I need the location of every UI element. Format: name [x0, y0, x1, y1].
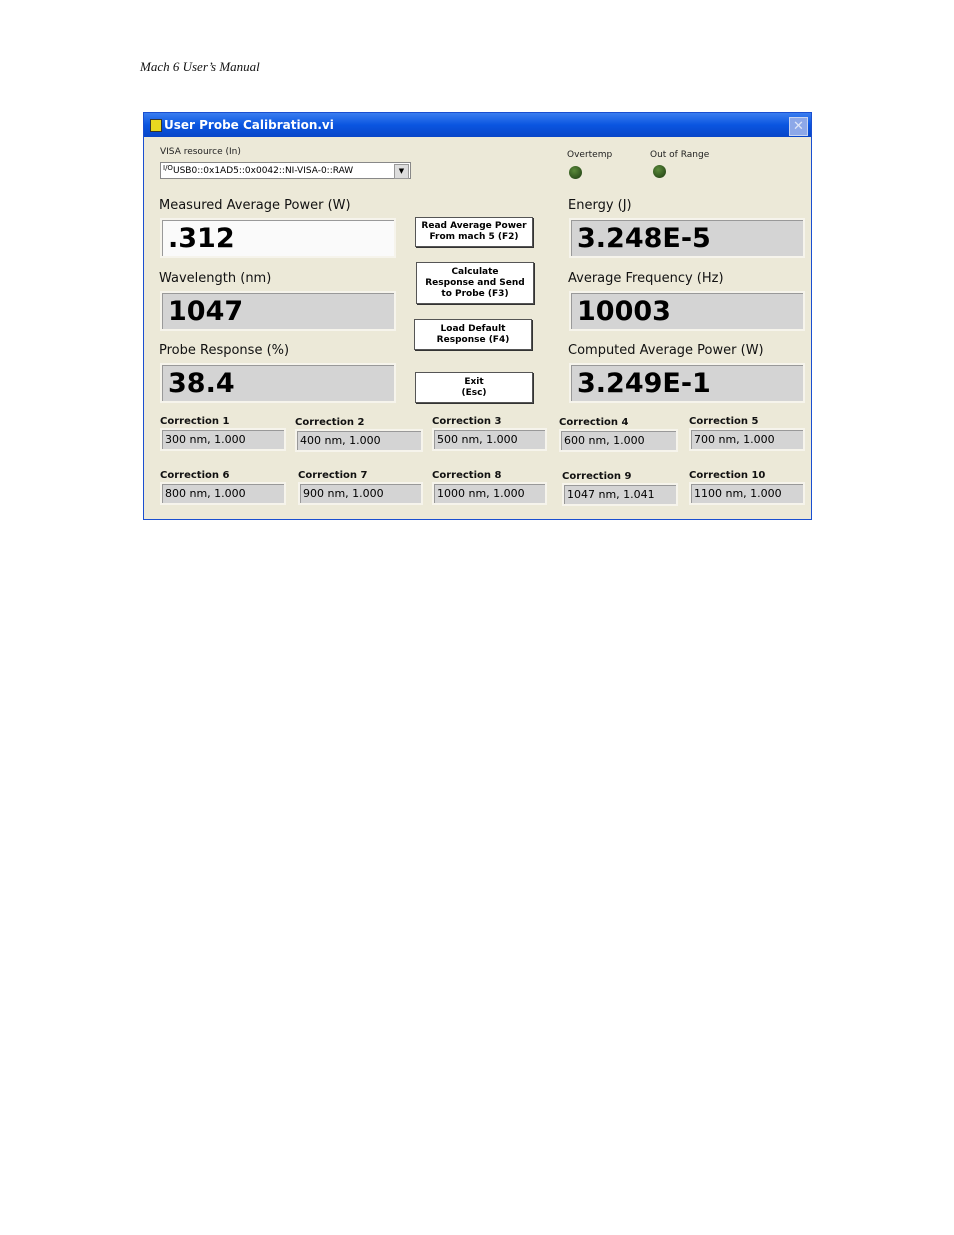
correction-4-field[interactable]: 600 nm, 1.000 — [559, 429, 678, 452]
energy-value: 3.248E-5 — [569, 218, 805, 258]
computed-power-value: 3.249E-1 — [569, 363, 805, 403]
energy-label: Energy (J) — [568, 198, 632, 213]
correction-3-field[interactable]: 500 nm, 1.000 — [432, 428, 547, 451]
correction-7-field[interactable]: 900 nm, 1.000 — [298, 482, 423, 505]
correction-10-label: Correction 10 — [689, 470, 766, 481]
labview-icon — [150, 119, 162, 132]
correction-10-field[interactable]: 1100 nm, 1.000 — [689, 482, 805, 505]
probe-calibration-window: User Probe Calibration.vi ✕ VISA resourc… — [143, 112, 812, 520]
window-title: User Probe Calibration.vi — [164, 118, 334, 132]
correction-9-field[interactable]: 1047 nm, 1.041 — [562, 483, 678, 506]
visa-resource-select[interactable]: I/O USB0::0x1AD5::0x0042::NI-VISA-0::RAW… — [160, 162, 411, 179]
correction-2-label: Correction 2 — [295, 417, 365, 428]
wavelength-label: Wavelength (nm) — [159, 271, 272, 286]
overtemp-label: Overtemp — [567, 150, 613, 160]
correction-5-label: Correction 5 — [689, 416, 759, 427]
wavelength-value: 1047 — [160, 291, 396, 331]
document-header: Mach 6 User’s Manual — [140, 59, 260, 74]
correction-2-field[interactable]: 400 nm, 1.000 — [295, 429, 423, 452]
chevron-down-icon[interactable]: ▼ — [394, 164, 409, 179]
avg-frequency-label: Average Frequency (Hz) — [568, 271, 724, 286]
exit-button[interactable]: Exit (Esc) — [415, 372, 533, 403]
correction-5-field[interactable]: 700 nm, 1.000 — [689, 428, 805, 451]
out-of-range-label: Out of Range — [650, 150, 710, 160]
visa-label: VISA resource (In) — [160, 147, 241, 157]
io-icon: I/O — [163, 164, 173, 172]
correction-3-label: Correction 3 — [432, 416, 502, 427]
read-average-power-button[interactable]: Read Average Power From mach 5 (F2) — [415, 217, 533, 247]
correction-9-label: Correction 9 — [562, 471, 632, 482]
visa-value: USB0::0x1AD5::0x0042::NI-VISA-0::RAW — [173, 166, 354, 176]
correction-1-field[interactable]: 300 nm, 1.000 — [160, 428, 286, 451]
correction-1-label: Correction 1 — [160, 416, 230, 427]
computed-power-label: Computed Average Power (W) — [568, 343, 764, 358]
overtemp-led — [569, 166, 582, 179]
close-icon[interactable]: ✕ — [789, 117, 808, 136]
correction-4-label: Correction 4 — [559, 417, 629, 428]
title-bar[interactable]: User Probe Calibration.vi ✕ — [144, 113, 811, 137]
correction-6-field[interactable]: 800 nm, 1.000 — [160, 482, 286, 505]
probe-response-label: Probe Response (%) — [159, 343, 290, 358]
avg-frequency-value: 10003 — [569, 291, 805, 331]
out-of-range-led — [653, 165, 666, 178]
measured-power-label: Measured Average Power (W) — [159, 198, 351, 213]
measured-power-value[interactable]: .312 — [160, 218, 396, 258]
correction-6-label: Correction 6 — [160, 470, 230, 481]
load-default-response-button[interactable]: Load Default Response (F4) — [414, 319, 532, 350]
correction-8-label: Correction 8 — [432, 470, 502, 481]
correction-8-field[interactable]: 1000 nm, 1.000 — [432, 482, 547, 505]
probe-response-value: 38.4 — [160, 363, 396, 403]
correction-7-label: Correction 7 — [298, 470, 368, 481]
calculate-response-button[interactable]: Calculate Response and Send to Probe (F3… — [416, 262, 534, 304]
